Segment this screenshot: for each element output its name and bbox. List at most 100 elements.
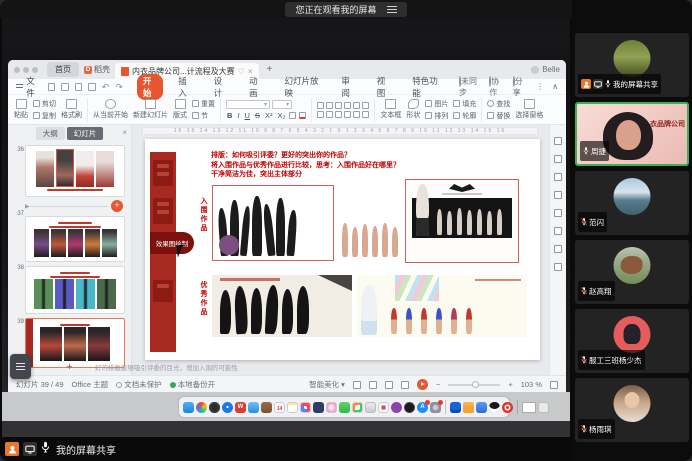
line-spacing-icon[interactable]	[362, 102, 369, 109]
undo-icon[interactable]: ↶	[102, 83, 110, 91]
slide-note-text[interactable]: 好的排版能够吸引评委的目光，增加入围的可能性	[95, 362, 238, 372]
copy-button[interactable]: 复制	[33, 111, 56, 121]
stocks-icon[interactable]	[352, 402, 363, 413]
ftp-folder-icon[interactable]	[463, 402, 474, 413]
mail-icon[interactable]	[248, 402, 259, 413]
comment-panel-icon[interactable]	[554, 209, 562, 217]
selection-pane-button[interactable]: 选择窗格	[515, 99, 543, 120]
zoom-out-button[interactable]: −	[436, 380, 440, 389]
messages-icon[interactable]	[339, 402, 350, 413]
text-direction-icon[interactable]	[353, 102, 360, 109]
menu-icon[interactable]	[387, 6, 397, 13]
current-slide[interactable]: 效果图绘制 排版：如何吸引评委？更好的突出你的作品？ 将入围作品与优秀作品进行比…	[145, 139, 540, 360]
highlight-color-icon[interactable]	[289, 112, 296, 119]
export-icon[interactable]	[88, 83, 96, 91]
zoom-slider[interactable]	[448, 384, 500, 386]
netdisk-icon[interactable]	[476, 402, 487, 413]
shortlisted-label[interactable]: 入围作品	[198, 197, 208, 233]
ribbon-tab-insert[interactable]: 插入	[172, 74, 198, 100]
reset-button[interactable]: 重置	[192, 99, 215, 109]
teamviewer-icon[interactable]	[450, 402, 461, 413]
save-icon[interactable]	[61, 83, 69, 91]
zoom-in-button[interactable]: +	[508, 380, 512, 389]
keynote-icon[interactable]	[365, 402, 376, 413]
outline-tab[interactable]: 大纲	[36, 127, 65, 140]
slide-nav-item[interactable]	[153, 160, 173, 186]
books-icon[interactable]	[261, 402, 272, 413]
trash-icon[interactable]	[538, 402, 549, 413]
calendar-icon[interactable]: 14	[274, 402, 285, 413]
template-panel-icon[interactable]	[554, 173, 562, 181]
layout-button[interactable]: 版式	[173, 99, 187, 120]
italic-button[interactable]: I	[236, 111, 240, 120]
zoom-slider-knob[interactable]	[472, 381, 479, 388]
cut-button[interactable]: 剪切	[33, 99, 56, 109]
numbering-icon[interactable]	[326, 102, 333, 109]
ribbon-tab-slideshow[interactable]: 幻灯片放映	[278, 74, 326, 100]
black-lineup-image[interactable]	[405, 179, 519, 263]
tab-home[interactable]: 首页	[47, 62, 79, 77]
ribbon-tab-view[interactable]: 视图	[371, 74, 397, 100]
section-button[interactable]: 节	[192, 111, 215, 121]
music-icon[interactable]	[378, 402, 389, 413]
fill-button[interactable]: 填充	[453, 99, 476, 109]
underline-button[interactable]: U	[244, 111, 251, 120]
new-file-icon[interactable]	[48, 83, 56, 91]
replace-button[interactable]: 替换	[487, 111, 510, 121]
bold-button[interactable]: B	[226, 111, 233, 120]
close-panel-icon[interactable]: ×	[122, 128, 127, 137]
sync-status-button[interactable]: 未同步	[459, 76, 481, 98]
ribbon-tab-review[interactable]: 审阅	[335, 74, 361, 100]
protect-status[interactable]: 文档未保护	[116, 379, 162, 390]
align-left-icon[interactable]	[317, 111, 324, 118]
slide-nav-item[interactable]	[153, 198, 173, 224]
outline-button[interactable]: 轮廓	[453, 111, 476, 121]
collaborate-button[interactable]: 协作	[489, 76, 504, 98]
bullets-icon[interactable]	[317, 102, 324, 109]
zoom-level[interactable]: 103 %	[521, 380, 542, 389]
share-button[interactable]: 分享	[513, 76, 528, 98]
properties-panel-icon[interactable]	[554, 137, 562, 145]
animation-panel-icon[interactable]	[554, 191, 562, 199]
new-slide-button[interactable]: 新建幻灯片	[133, 99, 168, 120]
color-lineup-image[interactable]	[357, 275, 527, 337]
design-panel-icon[interactable]	[554, 155, 562, 163]
participant-tile-self[interactable]: 我的屏幕共享	[575, 33, 689, 97]
slide-thumbnail-38[interactable]	[25, 266, 125, 314]
backup-status[interactable]: 本地备份开	[170, 379, 216, 390]
strikethrough-button[interactable]: S	[254, 111, 261, 120]
superscript-button[interactable]: X²	[264, 111, 274, 120]
launchpad-icon[interactable]	[209, 402, 220, 413]
ribbon-tab-features[interactable]: 特色功能	[406, 74, 447, 100]
ribbon-tab-animation[interactable]: 动画	[243, 74, 269, 100]
history-panel-icon[interactable]	[554, 263, 562, 271]
align-right-icon[interactable]	[335, 111, 342, 118]
beautify-panel-icon[interactable]	[554, 245, 562, 253]
slide-nav-item[interactable]	[153, 280, 173, 302]
align-center-icon[interactable]	[326, 111, 333, 118]
insert-slide-button[interactable]: +	[111, 200, 123, 212]
gown-artwork-image[interactable]	[212, 275, 352, 337]
find-button[interactable]: 查找	[487, 99, 510, 109]
file-menu[interactable]: 文件	[16, 75, 42, 99]
collapse-ribbon-icon[interactable]: ∧	[552, 82, 558, 91]
textbox-button[interactable]: 文本框	[380, 99, 401, 120]
justify-icon[interactable]	[344, 111, 351, 118]
ribbon-tab-design[interactable]: 设计	[208, 74, 234, 100]
system-preferences-icon[interactable]	[430, 402, 441, 413]
font-color-icon[interactable]	[299, 112, 306, 119]
fit-slide-icon[interactable]	[550, 381, 558, 389]
sketch-artwork-image[interactable]	[212, 185, 334, 261]
reading-view-icon[interactable]	[385, 381, 393, 389]
tab-docer[interactable]: D稻壳	[84, 64, 110, 75]
paste-button[interactable]: 粘贴	[14, 99, 28, 120]
format-painter-button[interactable]: 格式刷	[61, 99, 82, 120]
qq-icon[interactable]	[489, 402, 500, 413]
participant-tile[interactable]: 范闪	[575, 171, 689, 235]
arrange-button[interactable]: 排列	[425, 111, 448, 121]
presenter-menu-button[interactable]	[10, 354, 31, 379]
more-icon[interactable]: ⋮	[536, 82, 544, 91]
participant-tile[interactable]: 赵高翔	[575, 240, 689, 304]
excellent-label[interactable]: 优秀作品	[198, 281, 208, 317]
indent-decrease-icon[interactable]	[335, 102, 342, 109]
